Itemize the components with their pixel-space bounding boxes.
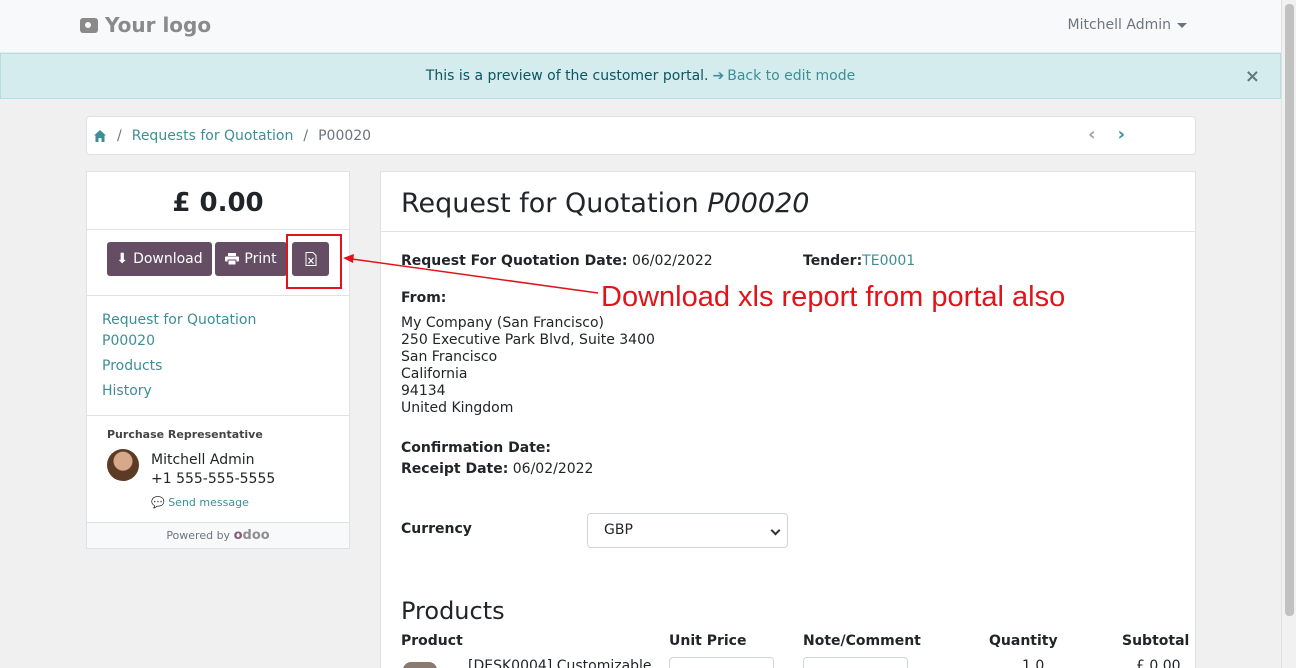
odoo-logo[interactable]: odoo bbox=[234, 528, 270, 543]
caret-down-icon bbox=[1177, 22, 1187, 28]
portal-preview-banner: This is a preview of the customer portal… bbox=[0, 53, 1281, 99]
top-navbar: Your logo Mitchell Admin bbox=[0, 0, 1281, 53]
previous-record-icon[interactable]: ‹ bbox=[1088, 126, 1095, 144]
preview-message: This is a preview of the customer portal… bbox=[425, 68, 709, 84]
avatar bbox=[107, 449, 139, 481]
receipt-date-value: 06/02/2022 bbox=[512, 461, 594, 477]
close-icon[interactable]: × bbox=[1245, 66, 1260, 87]
send-message-link[interactable]: 💬 Send message bbox=[151, 496, 249, 509]
camera-icon bbox=[80, 17, 98, 33]
company-address: My Company (San Francisco) 250 Executive… bbox=[401, 315, 655, 417]
send-message-label: Send message bbox=[168, 496, 249, 509]
user-name: Mitchell Admin bbox=[1067, 17, 1172, 33]
column-header-product: Product bbox=[401, 633, 463, 649]
currency-label: Currency bbox=[401, 521, 472, 537]
address-line: San Francisco bbox=[401, 349, 498, 365]
logo-text: Your logo bbox=[105, 13, 212, 37]
receipt-date-field: Receipt Date: 06/02/2022 bbox=[401, 461, 593, 477]
download-icon: ⬇ bbox=[116, 251, 129, 267]
column-header-subtotal: Subtotal bbox=[1122, 633, 1190, 649]
address-line: 250 Executive Park Blvd, Suite 3400 bbox=[401, 332, 655, 348]
tender-link[interactable]: TE0001 bbox=[862, 253, 915, 269]
arrow-right-icon: ➔ bbox=[712, 68, 725, 84]
currency-value: GBP bbox=[604, 522, 633, 538]
address-line: United Kingdom bbox=[401, 400, 514, 416]
download-label: Download bbox=[133, 251, 203, 267]
unit-price-input[interactable] bbox=[669, 657, 774, 668]
print-label: Print bbox=[244, 251, 277, 267]
vertical-scrollbar[interactable] bbox=[1281, 0, 1296, 668]
note-input[interactable] bbox=[803, 657, 908, 668]
sidebar-item-rfq[interactable]: Request for Quotation bbox=[102, 310, 334, 331]
chevron-down-icon bbox=[770, 525, 781, 536]
tender-field: Tender:TE0001 bbox=[803, 253, 915, 269]
address-line: My Company (San Francisco) bbox=[401, 315, 604, 331]
user-menu[interactable]: Mitchell Admin bbox=[1067, 17, 1187, 33]
title-reference: P00020 bbox=[707, 188, 810, 219]
download-button[interactable]: ⬇ Download bbox=[107, 242, 212, 276]
receipt-date-label: Receipt Date: bbox=[401, 461, 509, 477]
annotation-highlight-box bbox=[286, 234, 342, 289]
subtotal-value: £ 0.00 bbox=[1136, 658, 1181, 668]
rfq-date-label: Request For Quotation Date: bbox=[401, 253, 628, 269]
rfq-date-field: Request For Quotation Date: 06/02/2022 bbox=[401, 253, 713, 269]
powered-by-label: Powered by bbox=[166, 529, 231, 542]
breadcrumb-rfq-link[interactable]: Requests for Quotation bbox=[132, 128, 294, 144]
company-logo[interactable]: Your logo bbox=[80, 13, 211, 37]
scrollbar-thumb[interactable] bbox=[1285, 4, 1294, 616]
from-label: From: bbox=[401, 290, 447, 306]
breadcrumb-separator: / bbox=[303, 127, 309, 144]
rep-phone: +1 555-555-5555 bbox=[151, 471, 276, 487]
annotation-text: Download xls report from portal also bbox=[601, 281, 1066, 313]
address-line: California bbox=[401, 366, 468, 382]
rfq-document: Request for Quotation P00020 Request For… bbox=[380, 171, 1196, 668]
sidebar-item-ref[interactable]: P00020 bbox=[102, 331, 334, 352]
powered-by: Powered by odoo bbox=[87, 523, 349, 548]
print-button[interactable]: Print bbox=[215, 242, 287, 276]
product-image bbox=[403, 662, 437, 668]
currency-select[interactable]: GBP bbox=[587, 513, 788, 548]
breadcrumb-separator: / bbox=[117, 127, 122, 144]
quantity-value: 1.0 bbox=[1022, 658, 1045, 668]
column-header-unit-price: Unit Price bbox=[669, 633, 747, 649]
total-amount: £ 0.00 bbox=[87, 172, 349, 230]
confirmation-date-label: Confirmation Date: bbox=[401, 440, 551, 456]
rep-name: Mitchell Admin bbox=[151, 452, 255, 468]
next-record-icon[interactable]: › bbox=[1118, 126, 1125, 144]
breadcrumb: / Requests for Quotation / P00020 ‹ › bbox=[86, 116, 1196, 155]
rfq-date-value: 06/02/2022 bbox=[631, 253, 713, 269]
page-title: Request for Quotation P00020 bbox=[381, 172, 1195, 232]
back-to-edit-label: Back to edit mode bbox=[727, 68, 856, 84]
sidebar-item-history[interactable]: History bbox=[102, 381, 334, 402]
title-prefix: Request for Quotation bbox=[401, 188, 699, 219]
column-header-quantity: Quantity bbox=[989, 633, 1058, 649]
sidebar-item-products[interactable]: Products bbox=[102, 356, 334, 377]
printer-icon bbox=[225, 253, 240, 265]
rep-title: Purchase Representative bbox=[107, 428, 263, 441]
tender-label: Tender: bbox=[803, 253, 863, 269]
product-name: [DESK0004] Customizable bbox=[468, 658, 652, 668]
address-line: 94134 bbox=[401, 383, 446, 399]
back-to-edit-link[interactable]: ➔ Back to edit mode bbox=[713, 68, 856, 84]
portal-sidebar: £ 0.00 ⬇ Download Print Request for Quot… bbox=[86, 171, 350, 549]
record-pager: ‹ › bbox=[1088, 126, 1125, 144]
column-header-note: Note/Comment bbox=[803, 633, 921, 649]
sidebar-nav: Request for Quotation P00020 Products Hi… bbox=[87, 296, 349, 416]
products-heading: Products bbox=[401, 597, 505, 625]
home-icon[interactable] bbox=[93, 129, 107, 143]
purchase-representative: Purchase Representative Mitchell Admin +… bbox=[87, 416, 349, 523]
comment-icon: 💬 bbox=[151, 496, 165, 509]
breadcrumb-current: P00020 bbox=[318, 127, 372, 144]
